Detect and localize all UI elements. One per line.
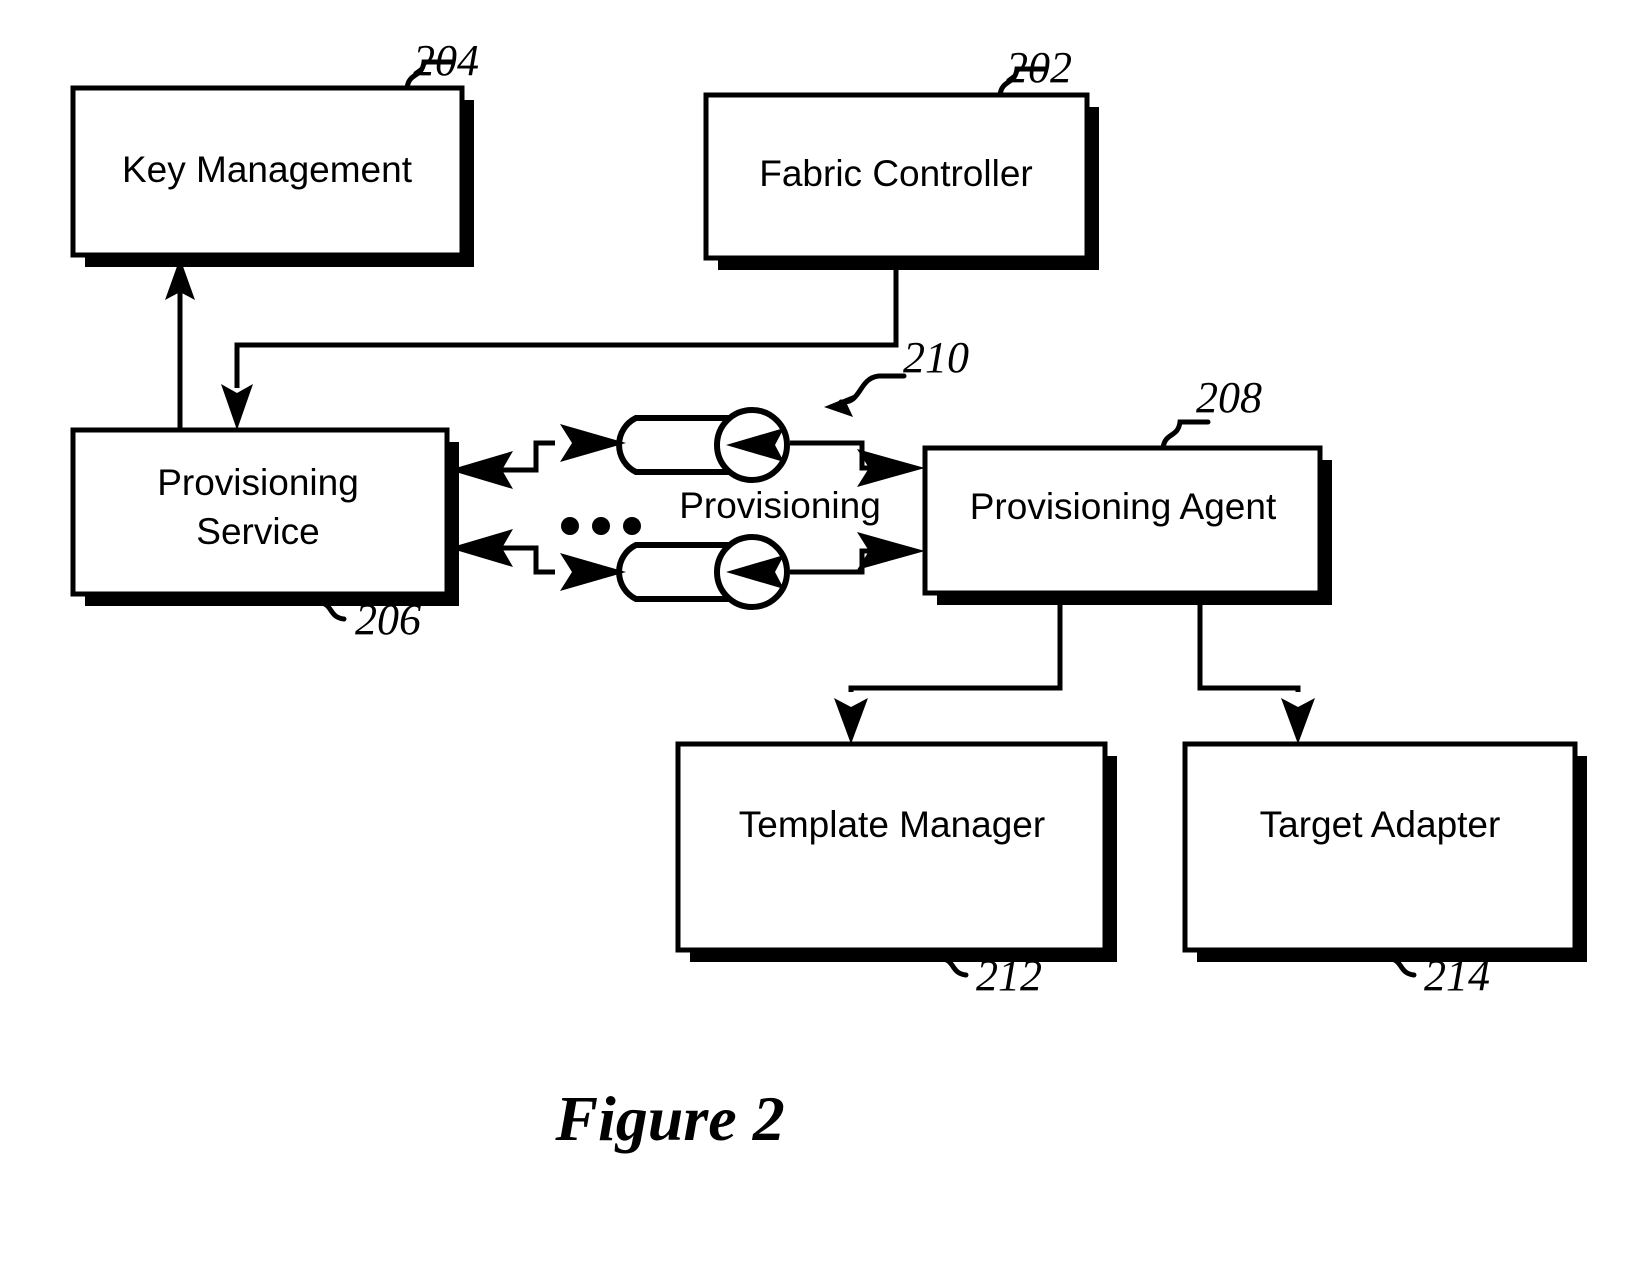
node-template-manager[interactable]: Template Manager — [675, 741, 1117, 962]
edge-fabric-controller-to-provisioning-service — [221, 258, 899, 430]
figure-caption: Figure 2 — [554, 1083, 784, 1154]
target-adapter-label: Target Adapter — [1260, 804, 1501, 845]
patent-figure-diagram: Key Management 204 Fabric Controller 202… — [70, 36, 1587, 1154]
ellipsis-dot-1 — [561, 517, 579, 535]
key-management-label: Key Management — [122, 149, 413, 190]
ref-label-208: 208 — [1196, 373, 1262, 422]
pipe-channel-top[interactable] — [616, 407, 790, 483]
fabric-controller-label: Fabric Controller — [759, 153, 1032, 194]
node-target-adapter[interactable]: Target Adapter — [1182, 741, 1587, 962]
arrowhead-down-provisioning-service — [221, 384, 253, 430]
node-key-management[interactable]: Key Management — [70, 85, 474, 267]
ref-leader-202: 202 — [997, 43, 1072, 98]
node-provisioning-service[interactable]: Provisioning Service — [70, 427, 459, 606]
ref-label-214: 214 — [1424, 951, 1490, 1000]
ref-label-212: 212 — [976, 951, 1042, 1000]
node-fabric-controller[interactable]: Fabric Controller — [703, 92, 1099, 270]
edge-pipe-bottom-to-agent — [790, 532, 925, 575]
ref-label-206: 206 — [355, 595, 421, 644]
target-adapter-fill — [1185, 744, 1575, 950]
template-manager-fill — [678, 744, 1105, 950]
provisioning-service-label-line1: Provisioning — [157, 462, 359, 503]
edge-service-to-pipe-bottom — [510, 545, 626, 591]
provisioning-agent-label: Provisioning Agent — [970, 486, 1277, 527]
pipe-channel-bottom[interactable] — [616, 534, 790, 610]
edge-pipe-top-to-agent — [790, 440, 925, 487]
arrowhead-down-template-manager — [834, 698, 868, 744]
template-manager-label: Template Manager — [739, 804, 1045, 845]
ellipsis-dot-3 — [623, 517, 641, 535]
pipe-group-label: Provisioning — [679, 485, 881, 526]
ellipsis-dot-2 — [592, 517, 610, 535]
ref-leader-208: 208 — [1160, 373, 1262, 451]
ref-label-204: 204 — [413, 36, 479, 85]
arrowhead-down-target-adapter — [1281, 698, 1315, 744]
arrowhead-right-pipe-bottom — [560, 553, 626, 591]
ref-label-210: 210 — [903, 333, 969, 382]
edge-agent-to-target-adapter — [1197, 593, 1315, 744]
edge-service-to-pipe-top — [510, 424, 626, 473]
ref-label-202: 202 — [1006, 43, 1072, 92]
pipe-ellipsis — [561, 517, 641, 535]
arrowhead-right-pipe-top — [560, 424, 626, 462]
provisioning-service-label-line2: Service — [196, 511, 319, 552]
figure-canvas: Key Management 204 Fabric Controller 202… — [0, 0, 1650, 1280]
edge-provisioning-service-to-key-management — [165, 258, 195, 430]
ref-leader-204: 204 — [404, 36, 479, 91]
edge-agent-to-template-manager — [834, 593, 1063, 744]
node-provisioning-agent[interactable]: Provisioning Agent — [922, 445, 1332, 605]
